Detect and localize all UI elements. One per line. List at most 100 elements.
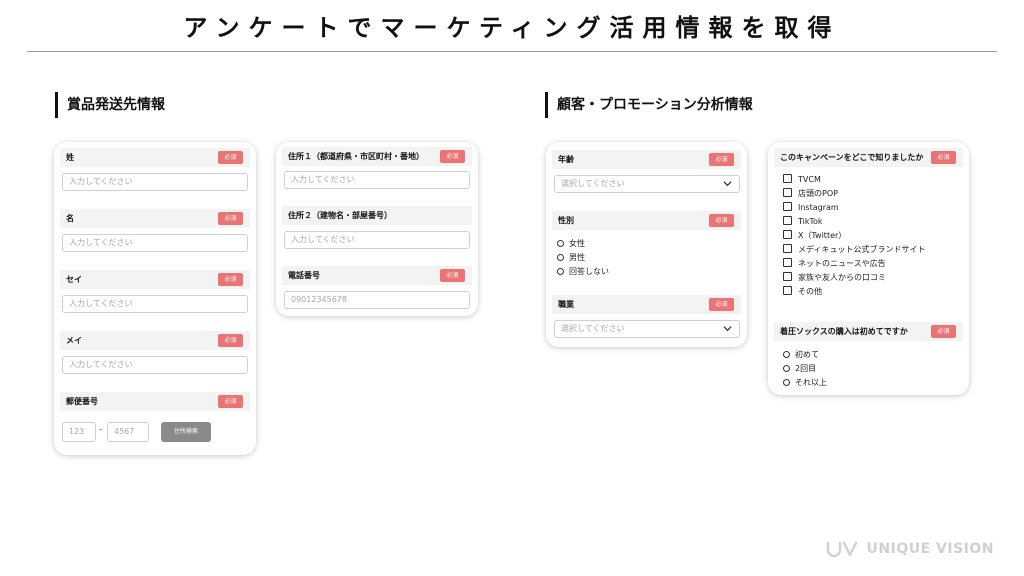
field-header-postal-code: 郵便番号 必須 bbox=[60, 392, 250, 411]
field-label: 職業 bbox=[558, 300, 574, 309]
field-header-age: 年齢 必須 bbox=[552, 150, 741, 169]
source-option-instagram[interactable]: Instagram bbox=[783, 202, 839, 213]
field-label: 郵便番号 bbox=[66, 397, 98, 406]
brand-logo: UNIQUE VISION bbox=[825, 538, 994, 560]
required-badge: 必須 bbox=[709, 298, 734, 311]
required-badge: 必須 bbox=[709, 153, 734, 166]
option-label: X（Twitter） bbox=[798, 231, 847, 240]
field-header-last-name-kana: セイ 必須 bbox=[60, 270, 250, 289]
field-header-job: 職業 必須 bbox=[552, 295, 741, 314]
option-label: TikTok bbox=[798, 217, 823, 226]
option-label: 家族や友人からの口コミ bbox=[798, 273, 886, 282]
source-option-other[interactable]: その他 bbox=[783, 286, 822, 297]
field-label: 性別 bbox=[558, 216, 574, 225]
checkbox-icon bbox=[783, 244, 792, 253]
last-name-kana-input[interactable]: 入力してください bbox=[62, 295, 248, 313]
option-label: Instagram bbox=[798, 203, 839, 212]
required-badge: 必須 bbox=[218, 395, 243, 408]
postal-code-first-input[interactable]: 123 bbox=[62, 422, 96, 442]
option-label: 回答しない bbox=[569, 267, 609, 276]
option-label: 男性 bbox=[569, 253, 585, 262]
chevron-down-icon bbox=[723, 326, 732, 332]
field-header-first-name-kana: メイ 必須 bbox=[60, 331, 250, 350]
last-name-input[interactable]: 入力してください bbox=[62, 173, 248, 191]
phone-input[interactable]: 09012345678 bbox=[284, 291, 470, 309]
field-label: セイ bbox=[66, 275, 82, 284]
option-label: 2回目 bbox=[795, 364, 817, 373]
radio-icon bbox=[557, 240, 564, 247]
field-header-first-purchase: 着圧ソックスの購入は初めてですか 必須 bbox=[774, 322, 963, 341]
radio-icon bbox=[783, 379, 790, 386]
source-option-x[interactable]: X（Twitter） bbox=[783, 230, 846, 241]
required-badge: 必須 bbox=[218, 273, 243, 286]
source-option-word-of-mouth[interactable]: 家族や友人からの口コミ bbox=[783, 272, 886, 283]
checkbox-icon bbox=[783, 188, 792, 197]
required-badge: 必須 bbox=[440, 150, 465, 163]
required-badge: 必須 bbox=[218, 151, 243, 164]
shipping-name-card: 姓 必須 入力してください 名 必須 入力してください セイ 必須 入力してくだ… bbox=[54, 142, 256, 455]
field-label: 電話番号 bbox=[288, 271, 320, 280]
checkbox-icon bbox=[783, 286, 792, 295]
section-heading-shipping: 賞品発送先情報 bbox=[55, 92, 165, 118]
field-label: 住所１（都道府県・市区町村・番地） bbox=[288, 152, 424, 161]
option-label: 女性 bbox=[569, 239, 585, 248]
source-option-net-news[interactable]: ネットのニュースや広告 bbox=[783, 258, 886, 269]
source-option-tiktok[interactable]: TikTok bbox=[783, 216, 823, 227]
field-header-last-name: 姓 必須 bbox=[60, 148, 250, 167]
field-label: 年齢 bbox=[558, 155, 574, 164]
option-label: その他 bbox=[798, 287, 822, 296]
checkbox-icon bbox=[783, 216, 792, 225]
checkbox-icon bbox=[783, 258, 792, 267]
address1-input[interactable]: 入力してください bbox=[284, 171, 470, 189]
required-badge: 必須 bbox=[440, 269, 465, 282]
chevron-down-icon bbox=[723, 181, 732, 187]
required-badge: 必須 bbox=[931, 325, 956, 338]
job-select-placeholder: 選択してください bbox=[561, 324, 625, 333]
radio-icon bbox=[557, 254, 564, 261]
section-heading-analysis: 顧客・プロモーション分析情報 bbox=[545, 92, 753, 118]
field-header-address2: 住所２（建物名・部屋番号） bbox=[282, 206, 472, 225]
option-label: それ以上 bbox=[795, 378, 827, 387]
gender-option-female[interactable]: 女性 bbox=[557, 238, 585, 249]
purchase-option-second[interactable]: 2回目 bbox=[783, 363, 816, 374]
checkbox-icon bbox=[783, 272, 792, 281]
option-label: 店頭のPOP bbox=[798, 189, 838, 198]
option-label: 初めて bbox=[795, 350, 819, 359]
gender-option-male[interactable]: 男性 bbox=[557, 252, 585, 263]
purchase-option-first[interactable]: 初めて bbox=[783, 349, 819, 360]
field-label: メイ bbox=[66, 336, 82, 345]
option-label: TVCM bbox=[798, 175, 821, 184]
postal-code-second-input[interactable]: 4567 bbox=[107, 422, 149, 442]
required-badge: 必須 bbox=[218, 212, 243, 225]
field-label: 姓 bbox=[66, 153, 74, 162]
radio-icon bbox=[783, 365, 790, 372]
field-header-source: このキャンペーンをどこで知りましたか 必須 bbox=[774, 148, 963, 167]
field-label: 住所２（建物名・部屋番号） bbox=[288, 211, 392, 220]
required-badge: 必須 bbox=[218, 334, 243, 347]
source-option-brand-site[interactable]: メディキュット公式ブランドサイト bbox=[783, 244, 925, 255]
gender-option-no-answer[interactable]: 回答しない bbox=[557, 266, 609, 277]
purchase-option-more[interactable]: それ以上 bbox=[783, 377, 827, 388]
source-option-store-pop[interactable]: 店頭のPOP bbox=[783, 188, 838, 199]
field-label: 着圧ソックスの購入は初めてですか bbox=[780, 327, 908, 336]
field-header-phone: 電話番号 必須 bbox=[282, 266, 472, 285]
logo-text: UNIQUE VISION bbox=[866, 541, 994, 557]
page-title: アンケートでマーケティング活用情報を取得 bbox=[183, 14, 841, 42]
shipping-address-card: 住所１（都道府県・市区町村・番地） 必須 入力してください 住所２（建物名・部屋… bbox=[276, 142, 478, 316]
customer-profile-card: 年齢 必須 選択してください 性別 必須 女性 男性 回答しない 職業 必須 選… bbox=[546, 142, 747, 347]
source-option-tvcm[interactable]: TVCM bbox=[783, 174, 821, 185]
address2-input[interactable]: 入力してください bbox=[284, 231, 470, 249]
checkbox-icon bbox=[783, 202, 792, 211]
job-select[interactable]: 選択してください bbox=[554, 320, 740, 338]
field-header-gender: 性別 必須 bbox=[552, 211, 741, 230]
field-label: このキャンペーンをどこで知りましたか bbox=[780, 153, 924, 162]
age-select[interactable]: 選択してください bbox=[554, 175, 740, 193]
first-name-input[interactable]: 入力してください bbox=[62, 234, 248, 252]
postal-dash: - bbox=[99, 425, 103, 435]
radio-icon bbox=[557, 268, 564, 275]
option-label: ネットのニュースや広告 bbox=[798, 259, 886, 268]
address-search-button[interactable]: 住所検索 bbox=[161, 422, 211, 442]
age-select-placeholder: 選択してください bbox=[561, 179, 625, 188]
first-name-kana-input[interactable]: 入力してください bbox=[62, 356, 248, 374]
checkbox-icon bbox=[783, 174, 792, 183]
